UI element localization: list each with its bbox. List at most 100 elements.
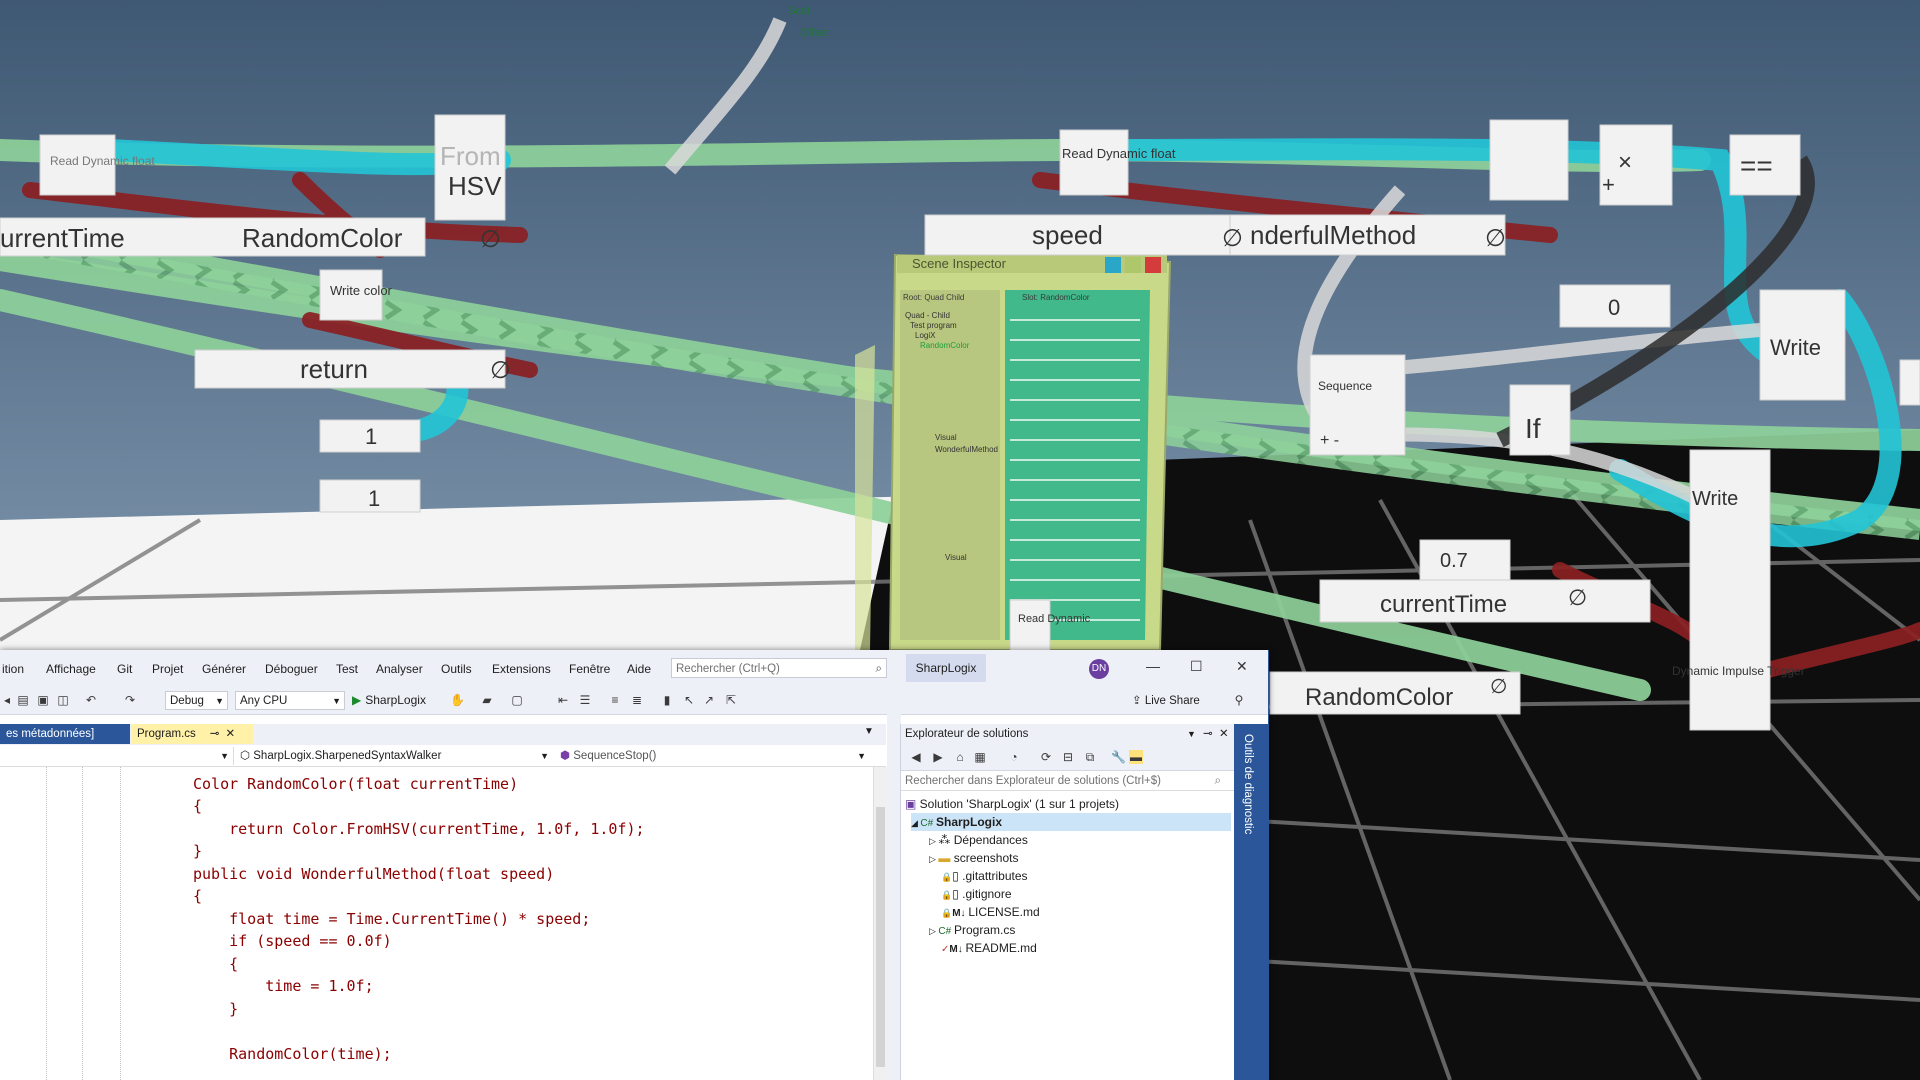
close-button[interactable]: ✕ bbox=[1236, 658, 1248, 675]
open-folder-icon[interactable]: ▤ bbox=[16, 693, 30, 707]
lock-icon: 🔒 bbox=[941, 908, 953, 918]
tab-overflow-icon[interactable]: ▼ bbox=[864, 726, 874, 737]
prev-bookmark-icon[interactable]: ↖ bbox=[682, 693, 696, 707]
tree-item-dependencies[interactable]: ▷ ⁂ Dépendances bbox=[929, 831, 1028, 849]
tree-item-project[interactable]: ◢ C# SharpLogix bbox=[911, 813, 1231, 831]
configuration-select[interactable]: Debug ▼ bbox=[165, 691, 228, 710]
code-line: { bbox=[193, 887, 203, 905]
tree-item-program-cs[interactable]: ▷ C# Program.cs bbox=[929, 921, 1015, 939]
start-debug-button[interactable]: ▶ SharpLogix bbox=[352, 691, 426, 710]
menu-affichage[interactable]: Affichage bbox=[46, 662, 96, 676]
forward-icon[interactable]: ▶ bbox=[931, 750, 945, 764]
member-dropdown-value: SequenceStop() bbox=[573, 750, 657, 762]
node-read-dynamic-float-left: Read Dynamic float bbox=[50, 154, 155, 168]
null-symbol-2: ∅ bbox=[490, 357, 511, 384]
search-icon: ⌕ bbox=[875, 663, 882, 675]
menu-outils[interactable]: Outils bbox=[441, 662, 472, 676]
scene-inspector-panel[interactable] bbox=[855, 253, 1172, 651]
back-icon[interactable]: ◀ bbox=[909, 750, 923, 764]
code-editor[interactable]: Color RandomColor(float currentTime) { r… bbox=[0, 767, 873, 1080]
code-line: float time = Time.CurrentTime() * speed; bbox=[193, 910, 591, 928]
menu-fenetre[interactable]: Fenêtre bbox=[569, 662, 610, 676]
csharp-project-icon: C# bbox=[920, 818, 936, 829]
format-icon[interactable]: ⇤ bbox=[556, 693, 570, 707]
folder-icon[interactable]: ▰ bbox=[480, 693, 494, 707]
node-scale-tag: Scal bbox=[788, 5, 809, 17]
menu-generer[interactable]: Générer bbox=[202, 662, 246, 676]
save-all-icon[interactable]: ◫ bbox=[56, 693, 70, 707]
tree-item-gitignore[interactable]: 🔒▯ .gitignore bbox=[941, 885, 1012, 903]
tree-item-label: screenshots bbox=[953, 851, 1019, 865]
pin-icon[interactable]: ⊸ bbox=[210, 728, 220, 740]
tree-item-gitattributes[interactable]: 🔒▯ .gitattributes bbox=[941, 867, 1028, 885]
pending-changes-icon[interactable]: ◔ bbox=[1007, 750, 1021, 764]
scrollbar-thumb[interactable] bbox=[876, 807, 885, 1067]
user-avatar[interactable]: DN bbox=[1089, 659, 1109, 679]
close-tab-icon[interactable]: ✕ bbox=[225, 728, 235, 740]
node-current-time-left: urrentTime bbox=[0, 223, 125, 253]
live-share-label: Live Share bbox=[1144, 695, 1200, 707]
node-current-time-right: currentTime bbox=[1380, 591, 1507, 618]
collapse-all-icon[interactable]: ⊟ bbox=[1061, 750, 1075, 764]
platform-value: Any CPU bbox=[240, 695, 288, 707]
next-bookmark-icon[interactable]: ↗ bbox=[702, 693, 716, 707]
undo-icon[interactable]: ↶ bbox=[84, 693, 98, 707]
solution-icon: ▣ bbox=[905, 797, 920, 811]
live-share-button[interactable]: ⇪ Live Share bbox=[1132, 693, 1200, 707]
node-read-dynamic-bottom: Read Dynamic bbox=[1018, 613, 1091, 625]
redo-icon[interactable]: ↷ bbox=[123, 693, 137, 707]
editor-scrollbar[interactable] bbox=[873, 767, 888, 1080]
maximize-button[interactable]: ☐ bbox=[1190, 658, 1203, 675]
tab-metadata[interactable]: es métadonnées] bbox=[0, 724, 130, 744]
uncomment-icon[interactable]: ≣ bbox=[630, 693, 644, 707]
outline-icon[interactable]: ☰ bbox=[578, 693, 592, 707]
switch-views-icon[interactable]: ▦ bbox=[973, 750, 987, 764]
preview-icon[interactable]: ▬ bbox=[1129, 750, 1143, 764]
panel-menu-icon[interactable]: ▼ bbox=[1187, 724, 1196, 745]
member-dropdown[interactable]: ⬢ SequenceStop() ▼ bbox=[560, 747, 870, 765]
solution-search-input[interactable]: Rechercher dans Explorateur de solutions… bbox=[901, 771, 1235, 791]
global-search-input[interactable]: Rechercher (Ctrl+Q) ⌕ bbox=[671, 658, 887, 678]
nav-back-icon[interactable]: ◂ bbox=[0, 693, 14, 707]
pin-icon[interactable]: ⊸ bbox=[1203, 724, 1213, 745]
tree-item-readme[interactable]: ✓M↓ README.md bbox=[941, 939, 1037, 957]
clear-bookmarks-icon[interactable]: ⇱ bbox=[724, 693, 738, 707]
class-dropdown[interactable]: ⬡ SharpLogix.SharpenedSyntaxWalker ▼ bbox=[240, 747, 553, 765]
menu-test[interactable]: Test bbox=[336, 662, 358, 676]
bookmark-icon[interactable]: ▮ bbox=[660, 693, 674, 707]
feedback-icon[interactable]: ⚲ bbox=[1232, 693, 1246, 707]
collapsed-icon: ▷ bbox=[929, 836, 939, 846]
tree-item-label: .gitattributes bbox=[962, 869, 1028, 883]
menu-aide[interactable]: Aide bbox=[627, 662, 651, 676]
configuration-value: Debug bbox=[170, 695, 204, 707]
screenshot-icon[interactable]: ▢ bbox=[510, 693, 524, 707]
sync-icon[interactable]: ⟳ bbox=[1039, 750, 1053, 764]
save-icon[interactable]: ▣ bbox=[36, 693, 50, 707]
menu-deboguer[interactable]: Déboguer bbox=[265, 662, 318, 676]
diagnostics-side-tab[interactable]: Outils de diagnostic bbox=[1234, 724, 1268, 1080]
hot-reload-icon[interactable]: ✋ bbox=[450, 693, 465, 707]
menu-projet[interactable]: Projet bbox=[152, 662, 183, 676]
menu-git[interactable]: Git bbox=[117, 662, 132, 676]
minimize-button[interactable]: — bbox=[1146, 658, 1160, 674]
menu-extensions[interactable]: Extensions bbox=[492, 662, 551, 676]
tree-item-solution[interactable]: ▣ Solution 'SharpLogix' (1 sur 1 projets… bbox=[905, 795, 1119, 813]
platform-select[interactable]: Any CPU ▼ bbox=[235, 691, 345, 710]
properties-icon[interactable]: 🔧 bbox=[1111, 750, 1126, 764]
tree-item-screenshots[interactable]: ▷ ▬ screenshots bbox=[929, 849, 1018, 867]
node-write-lower: Write bbox=[1692, 488, 1738, 510]
menu-edition[interactable]: ition bbox=[2, 662, 24, 676]
splitter[interactable] bbox=[887, 650, 901, 1080]
project-dropdown[interactable]: ▼ bbox=[0, 747, 234, 765]
inspector-tree-5: Visual bbox=[935, 433, 957, 442]
show-all-files-icon[interactable]: ⧉ bbox=[1083, 750, 1097, 764]
global-search-placeholder: Rechercher (Ctrl+Q) bbox=[676, 663, 780, 675]
tab-program-cs[interactable]: Program.cs ⊸ ✕ bbox=[131, 724, 253, 744]
node-random-color-left: RandomColor bbox=[242, 223, 403, 253]
tree-item-license[interactable]: 🔒M↓ LICENSE.md bbox=[941, 903, 1040, 921]
node-sequence-label: Sequence bbox=[1318, 379, 1372, 393]
home-icon[interactable]: ⌂ bbox=[953, 750, 967, 764]
close-panel-icon[interactable]: ✕ bbox=[1219, 724, 1229, 745]
menu-analyser[interactable]: Analyser bbox=[376, 662, 423, 676]
comment-icon[interactable]: ≡ bbox=[608, 693, 622, 707]
